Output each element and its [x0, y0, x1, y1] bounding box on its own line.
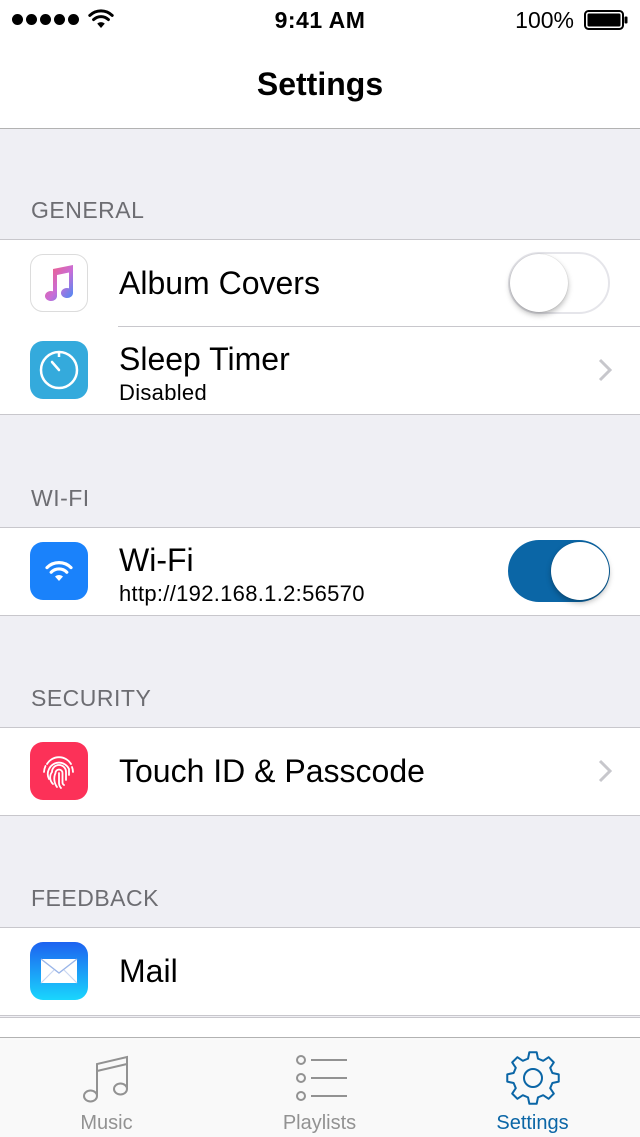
tab-settings-label: Settings: [496, 1112, 569, 1134]
section-header-wifi: WI-FI: [31, 485, 90, 511]
toggle-knob: [510, 254, 568, 312]
chevron-right-icon: [598, 759, 612, 783]
chevron-right-icon: [598, 358, 612, 382]
album-covers-toggle[interactable]: [508, 252, 610, 314]
navigation-bar: Settings: [0, 40, 640, 129]
touch-id-label: Touch ID & Passcode: [119, 753, 425, 789]
toggle-knob: [551, 542, 609, 600]
sleep-timer-cell[interactable]: Sleep Timer Disabled: [0, 326, 640, 414]
tab-bar: Music Playlists Settings: [0, 1037, 640, 1137]
tab-music[interactable]: Music: [0, 1038, 213, 1137]
wifi-group: Wi-Fi http://192.168.1.2:56570: [0, 527, 640, 616]
album-covers-cell: Album Covers: [0, 240, 640, 327]
section-header-general: GENERAL: [31, 197, 145, 223]
mail-envelope-icon: [30, 942, 88, 1000]
wifi-address: http://192.168.1.2:56570: [119, 581, 365, 606]
mail-label: Mail: [119, 953, 178, 989]
list-icon: [295, 1055, 347, 1101]
music-note-icon: [30, 254, 88, 312]
album-covers-label: Album Covers: [119, 265, 320, 301]
timer-icon: [30, 341, 88, 399]
section-header-security: SECURITY: [31, 685, 152, 711]
battery-percentage: 100%: [515, 7, 574, 33]
wifi-label: Wi-Fi: [119, 542, 194, 578]
tab-playlists-label: Playlists: [282, 1112, 357, 1134]
wifi-icon: [30, 542, 88, 600]
section-header-feedback: FEEDBACK: [31, 885, 159, 911]
wifi-cell: Wi-Fi http://192.168.1.2:56570: [0, 528, 640, 615]
tab-music-label: Music: [80, 1112, 133, 1134]
tab-playlists[interactable]: Playlists: [213, 1038, 426, 1137]
sleep-timer-value: Disabled: [119, 380, 208, 405]
general-group: Album Covers Sleep Timer Disabled: [0, 239, 640, 415]
sleep-timer-label: Sleep Timer: [119, 341, 290, 377]
gear-icon: [505, 1051, 560, 1105]
feedback-group: Mail: [0, 927, 640, 1016]
fingerprint-icon: [30, 742, 88, 800]
next-group-partial: [0, 1017, 640, 1038]
status-bar: 9:41 AM 100%: [0, 0, 640, 40]
touch-id-cell[interactable]: Touch ID & Passcode: [0, 728, 640, 815]
page-title: Settings: [256, 66, 384, 102]
mail-cell[interactable]: Mail: [0, 928, 640, 1015]
music-note-icon: [82, 1055, 128, 1103]
tab-settings[interactable]: Settings: [426, 1038, 639, 1137]
battery-full-icon: [584, 10, 628, 30]
security-group: Touch ID & Passcode: [0, 727, 640, 816]
wifi-toggle[interactable]: [508, 540, 610, 602]
